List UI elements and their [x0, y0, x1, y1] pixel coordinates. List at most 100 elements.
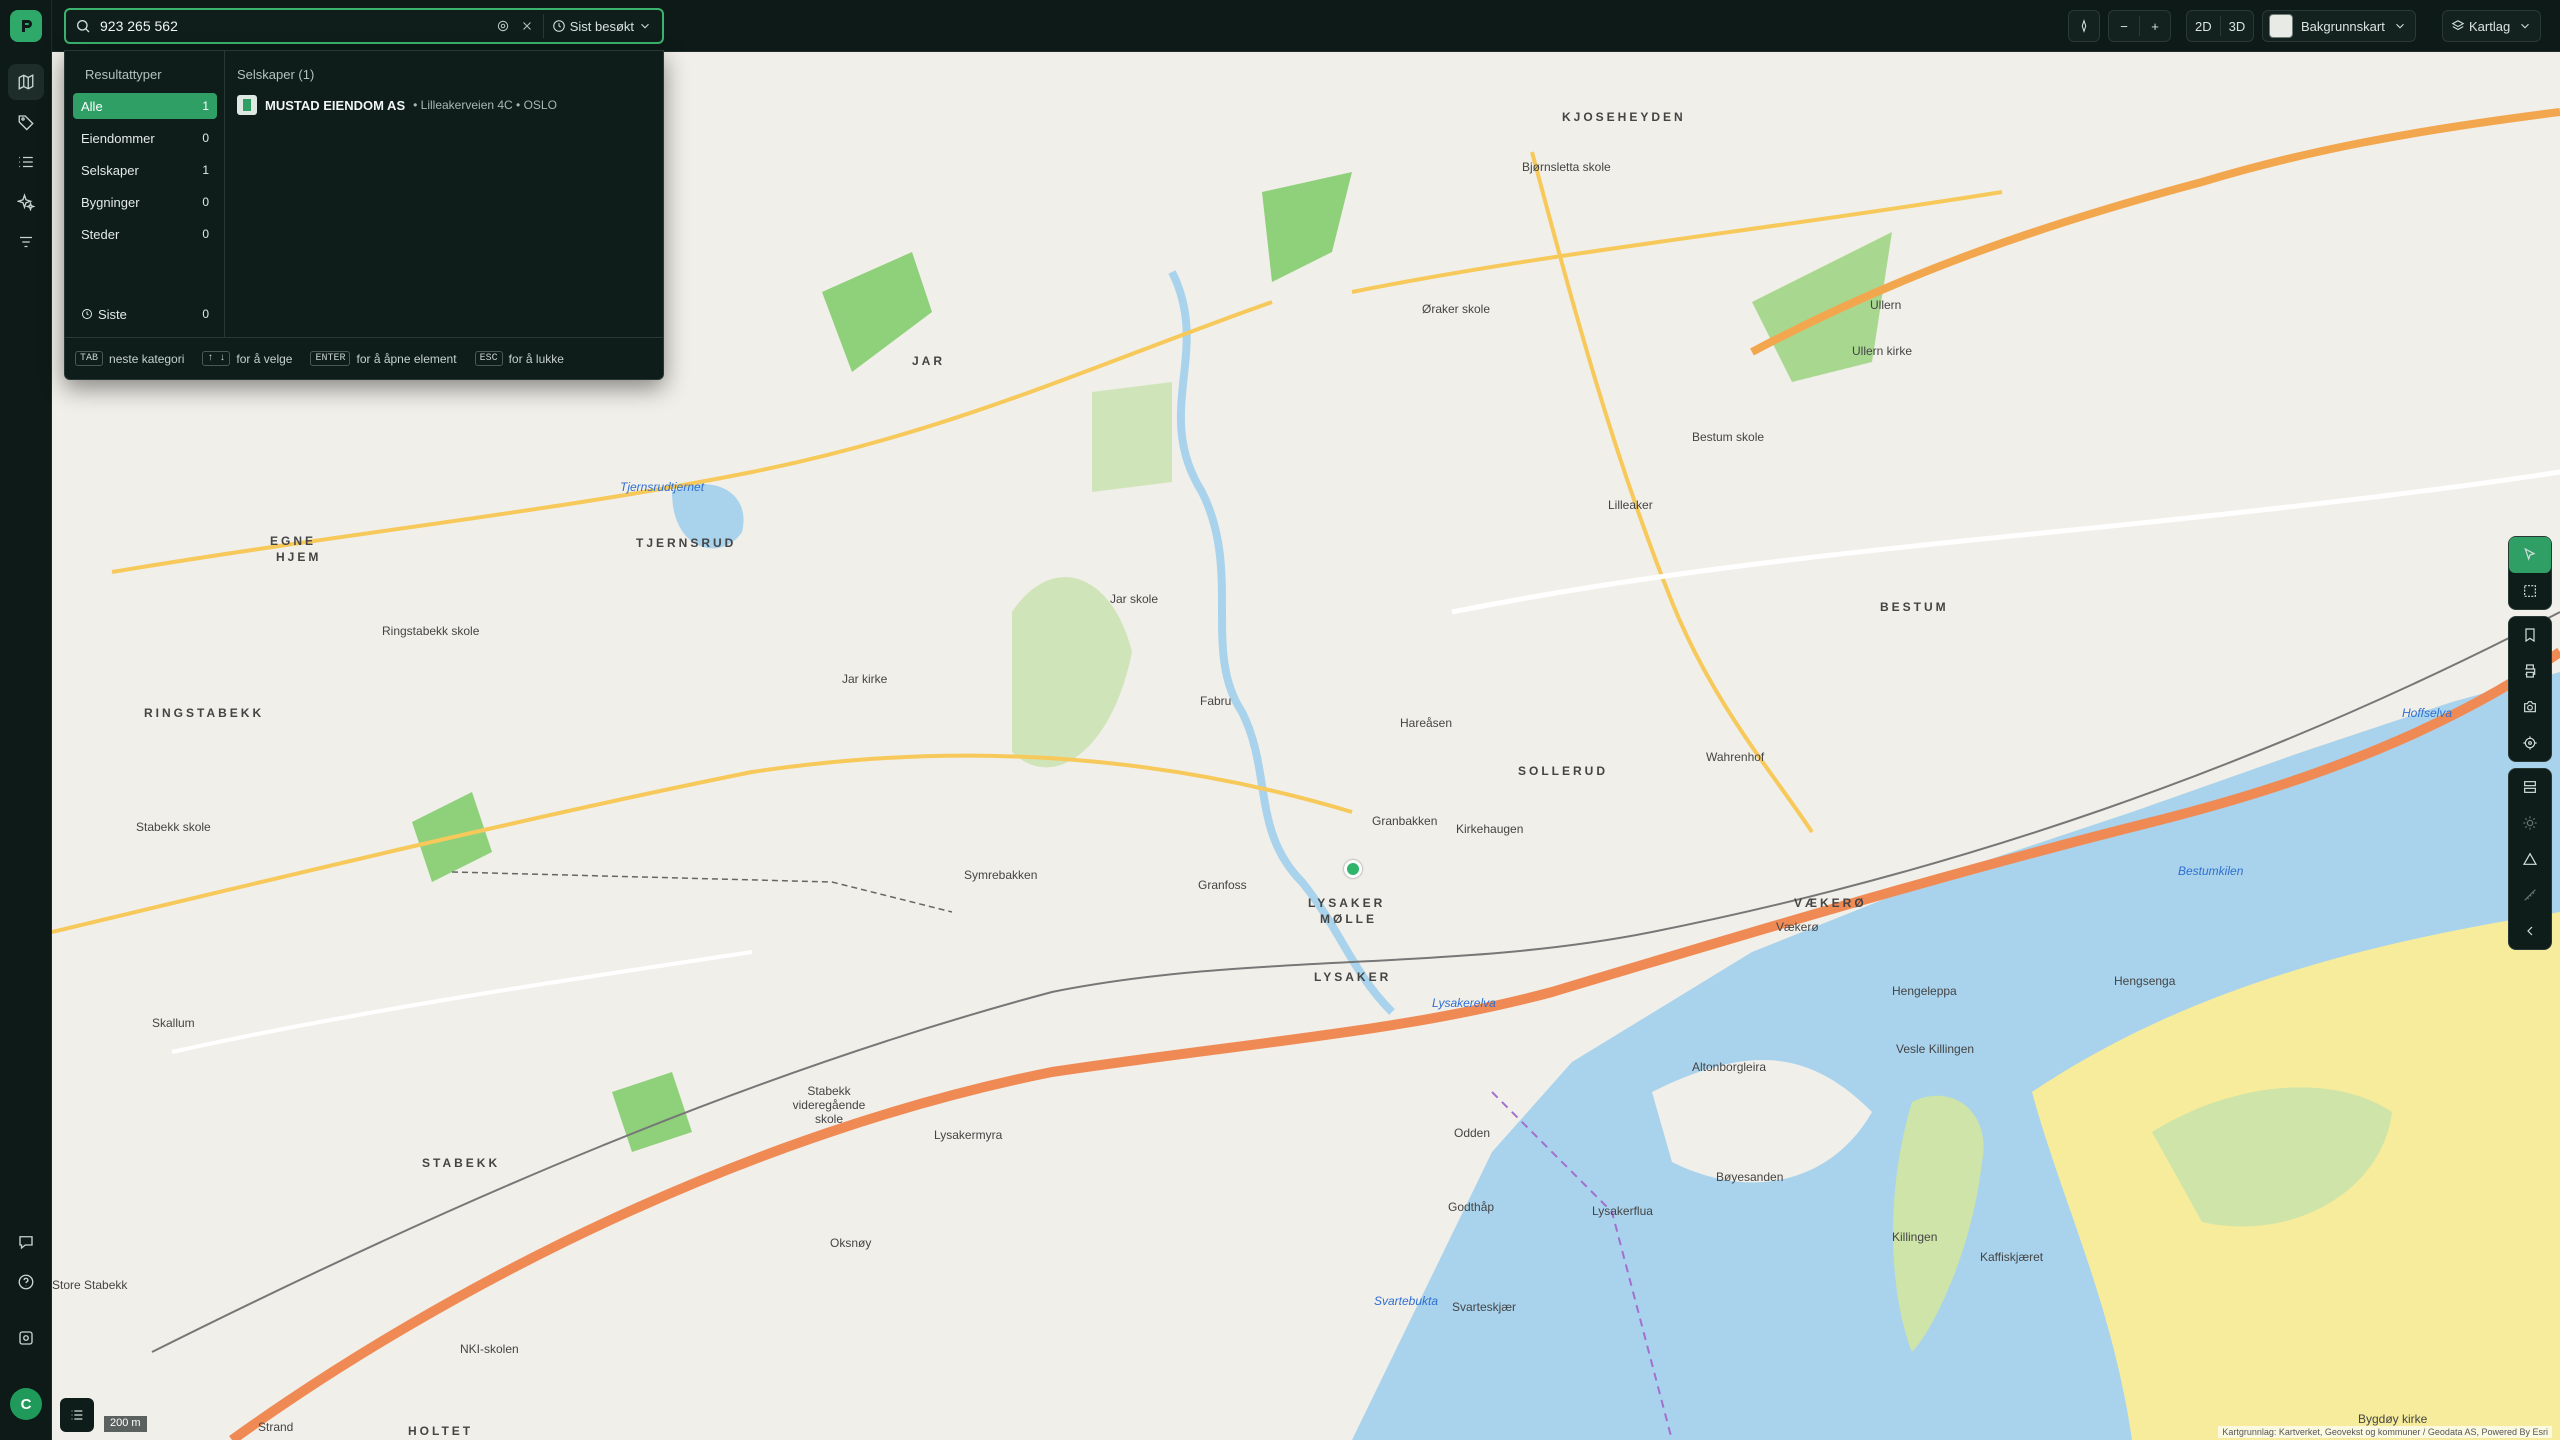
- label-tjernsrudtjernet: Tjernsrudtjernet: [620, 480, 705, 494]
- label-egne-hjem-1: EGNE: [270, 534, 317, 548]
- keyboard-hints: TAB neste kategori ↑ ↓ for å velge ENTER…: [65, 337, 663, 379]
- screenshot-button[interactable]: [2509, 689, 2551, 725]
- label-lysakerflua: Lysakerflua: [1592, 1204, 1653, 1218]
- left-rail: C: [0, 0, 52, 1440]
- list-icon: [19, 156, 33, 168]
- label-ringstabekk-skole: Ringstabekk skole: [382, 624, 480, 638]
- chat-button[interactable]: [8, 1224, 44, 1260]
- tab-hint-text: neste kategori: [109, 351, 185, 366]
- measure-area-button[interactable]: [2509, 841, 2551, 877]
- category-properties[interactable]: Eiendommer 0: [73, 125, 217, 151]
- area-select-tool-button[interactable]: [2509, 573, 2551, 609]
- locate-button[interactable]: [2509, 725, 2551, 761]
- clear-search-button[interactable]: [515, 14, 539, 38]
- sun-button[interactable]: [2509, 805, 2551, 841]
- result-type-list: Resultattyper Alle 1 Eiendommer 0 Selska…: [65, 51, 225, 337]
- category-all[interactable]: Alle 1: [73, 93, 217, 119]
- map-view-button[interactable]: [8, 64, 44, 100]
- esc-key-hint: ESC: [474, 351, 503, 366]
- layers-dropdown[interactable]: Kartlag: [2442, 10, 2542, 42]
- label-hoffselva: Hoffselva: [2402, 706, 2453, 720]
- category-count: 0: [202, 307, 209, 321]
- stack-icon: [2524, 781, 2536, 793]
- label-vaekero-small: Vækerø: [1776, 920, 1819, 934]
- collapse-tools-button[interactable]: [2509, 913, 2551, 949]
- label-altonborgleira: Altonborgleira: [1692, 1060, 1767, 1074]
- search-input[interactable]: [100, 18, 491, 34]
- compass-icon: [2081, 19, 2087, 33]
- measure-line-button[interactable]: [2509, 877, 2551, 913]
- layers-stack-button[interactable]: [2509, 769, 2551, 805]
- label-stabekk-vgs: Stabekk videregående skole: [792, 1084, 866, 1126]
- label-hengsenga: Hengsenga: [2114, 974, 2176, 988]
- camera-icon: [2524, 701, 2536, 713]
- category-recent[interactable]: Siste 0: [73, 301, 217, 327]
- category-count: 0: [202, 227, 209, 241]
- cursor-icon: [2524, 547, 2536, 561]
- category-count: 1: [202, 99, 209, 113]
- compass-button[interactable]: [2069, 11, 2099, 41]
- recently-visited-dropdown[interactable]: Sist besøkt: [548, 19, 662, 34]
- scale-bar: 200 m: [104, 1416, 147, 1432]
- arrow-hint-text: for å velge: [236, 351, 293, 366]
- mode-3d-button[interactable]: 3D: [2221, 11, 2254, 41]
- category-buildings[interactable]: Bygninger 0: [73, 189, 217, 215]
- tags-button[interactable]: [8, 104, 44, 140]
- recently-visited-label: Sist besøkt: [569, 18, 634, 34]
- selection-tools: [2508, 536, 2552, 610]
- zoom-out-button[interactable]: −: [2109, 11, 2139, 41]
- label-vaekero: VÆKERØ: [1794, 896, 1867, 910]
- map-action-tools: [2508, 616, 2552, 762]
- label-killingen: Killingen: [1892, 1230, 1938, 1244]
- user-avatar[interactable]: C: [10, 1388, 42, 1420]
- basemap-label: Bakgrunnskart: [2301, 18, 2385, 34]
- search-options-button[interactable]: [491, 14, 515, 38]
- map-icon: [18, 74, 34, 90]
- bookmark-button[interactable]: [2509, 617, 2551, 653]
- pointer-tool-button[interactable]: [2509, 537, 2551, 573]
- label-symrebakken: Symrebakken: [964, 868, 1038, 882]
- category-count: 0: [202, 195, 209, 209]
- legend-icon: [71, 1410, 83, 1420]
- enter-key-hint: ENTER: [310, 351, 351, 366]
- zoom-in-button[interactable]: +: [2140, 11, 2170, 41]
- clock-icon: [552, 20, 565, 32]
- locate-icon: [2523, 736, 2537, 750]
- settings-button[interactable]: [8, 1320, 44, 1356]
- search-divider: [542, 14, 544, 38]
- selected-location-marker[interactable]: [1344, 860, 1362, 878]
- layers-icon: [2451, 20, 2465, 31]
- print-button[interactable]: [2509, 653, 2551, 689]
- app-logo[interactable]: [10, 10, 42, 42]
- label-jar: JAR: [912, 354, 946, 368]
- filter-button[interactable]: [8, 224, 44, 260]
- basemap-dropdown[interactable]: Bakgrunnskart: [2262, 10, 2416, 42]
- company-address: • Lilleakerveien 4C • OSLO: [413, 98, 557, 112]
- label-holtet: HOLTET: [408, 1424, 474, 1438]
- label-kirkehaugen: Kirkehaugen: [1456, 822, 1524, 836]
- help-button[interactable]: [8, 1264, 44, 1300]
- label-granfoss: Granfoss: [1198, 878, 1247, 892]
- print-icon: [2525, 664, 2536, 678]
- category-label: Bygninger: [81, 194, 140, 210]
- layers-chevron: [2510, 11, 2540, 41]
- label-store-stabekk: Store Stabekk: [52, 1278, 128, 1292]
- label-kaffiskjaeret: Kaffiskjæret: [1980, 1250, 2044, 1264]
- category-places[interactable]: Steder 0: [73, 221, 217, 247]
- company-result-item[interactable]: MUSTAD EIENDOM AS • Lilleakerveien 4C • …: [237, 93, 557, 117]
- recent-label-wrap: Siste: [81, 307, 127, 322]
- label-lysaker-molle-2: MØLLE: [1320, 912, 1377, 926]
- mode-2d-button[interactable]: 2D: [2187, 11, 2220, 41]
- label-oraker-skole: Øraker skole: [1422, 302, 1491, 316]
- legend-button[interactable]: [60, 1398, 94, 1432]
- basemap-chevron: [2385, 11, 2415, 41]
- list-button[interactable]: [8, 144, 44, 180]
- label-nki-skolen: NKI-skolen: [460, 1342, 519, 1356]
- category-label: Eiendommer: [81, 130, 155, 146]
- label-oksnoy: Oksnøy: [830, 1236, 872, 1250]
- category-companies[interactable]: Selskaper 1: [73, 157, 217, 183]
- filter-icon: [20, 236, 32, 248]
- ai-button[interactable]: [8, 184, 44, 220]
- search-box: Sist besøkt: [64, 8, 664, 44]
- label-bygdoy-kirke: Bygdøy kirke: [2358, 1412, 2428, 1426]
